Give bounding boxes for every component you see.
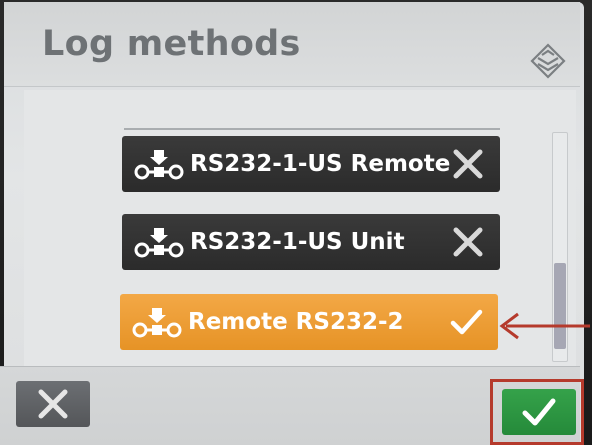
checkmark-icon (522, 398, 556, 426)
logging-device-icon (132, 308, 182, 338)
confirm-button[interactable] (502, 389, 576, 435)
logging-device-icon (134, 228, 184, 258)
cancel-button[interactable] (16, 381, 90, 427)
annotation-arrow (499, 312, 590, 340)
close-x-icon (38, 389, 68, 419)
log-method-label: RS232-1-US Unit (190, 229, 405, 255)
list-divider (124, 128, 500, 130)
dialog-footer (0, 366, 584, 445)
log-method-row-remote-rs232-2[interactable]: Remote RS232-2 (120, 294, 498, 350)
remove-x-icon[interactable] (450, 224, 486, 260)
layers-icon[interactable] (528, 42, 568, 82)
logging-device-icon (134, 150, 184, 180)
remove-x-icon[interactable] (450, 146, 486, 182)
checkmark-icon (450, 309, 483, 335)
dialog-header: Log methods (4, 2, 580, 87)
log-method-label: Remote RS232-2 (188, 309, 404, 335)
log-method-row-rs232-1-us-unit[interactable]: RS232-1-US Unit (122, 214, 500, 270)
device-bezel: Log methods RS232-1-US Remote RS232-1-US… (0, 0, 592, 445)
dialog-title: Log methods (42, 24, 301, 64)
log-method-label: RS232-1-US Remote (190, 151, 451, 177)
log-method-row-rs232-1-us-remote[interactable]: RS232-1-US Remote (122, 136, 500, 192)
